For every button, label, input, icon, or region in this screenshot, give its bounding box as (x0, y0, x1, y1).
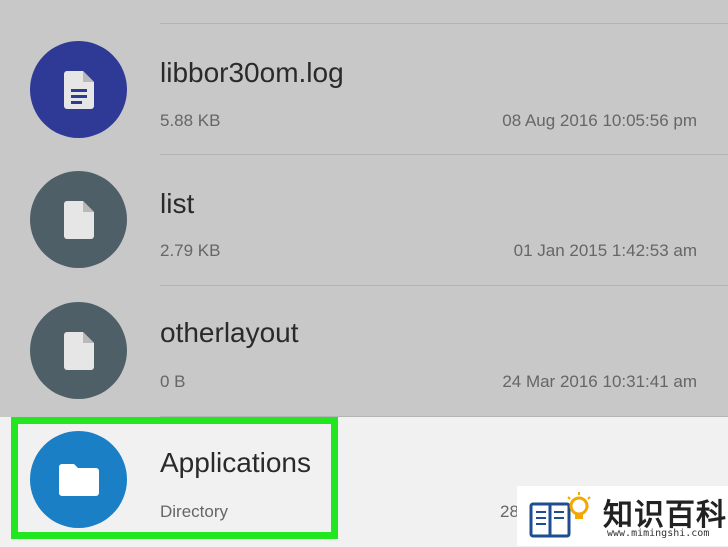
folder-icon (58, 463, 99, 496)
file-name: list (160, 188, 195, 219)
file-avatar (30, 302, 127, 399)
file-list: libbor30om.log 5.88 KB 08 Aug 2016 10:05… (0, 0, 728, 547)
file-date: 08 Aug 2016 10:05:56 pm (502, 111, 697, 130)
list-item-otherlayout[interactable]: otherlayout 0 B 24 Mar 2016 10:31:41 am (0, 286, 728, 416)
file-size: 5.88 KB (160, 111, 221, 130)
document-icon (63, 70, 94, 109)
file-name: libbor30om.log (160, 57, 344, 88)
file-date: 01 Jan 2015 1:42:53 am (513, 241, 697, 260)
watermark: 知识百科 www.mimingshi.com (517, 486, 728, 546)
file-size: 2.79 KB (160, 241, 221, 260)
file-size: 0 B (160, 372, 186, 391)
list-item-libbor30om-log[interactable]: libbor30om.log 5.88 KB 08 Aug 2016 10:05… (0, 24, 728, 154)
book-lightbulb-icon (529, 492, 591, 538)
file-icon (63, 331, 94, 370)
file-type: Directory (160, 502, 229, 521)
list-item-list[interactable]: list 2.79 KB 01 Jan 2015 1:42:53 am (0, 155, 728, 285)
file-name: Applications (160, 447, 311, 478)
file-icon (63, 200, 94, 239)
watermark-text: 知识百科 (603, 498, 727, 533)
file-date: 24 Mar 2016 10:31:41 am (502, 372, 697, 391)
file-avatar (30, 171, 127, 268)
file-avatar (30, 41, 127, 138)
watermark-url: www.mimingshi.com (607, 528, 710, 539)
folder-avatar (30, 431, 127, 528)
file-name: otherlayout (160, 317, 299, 348)
